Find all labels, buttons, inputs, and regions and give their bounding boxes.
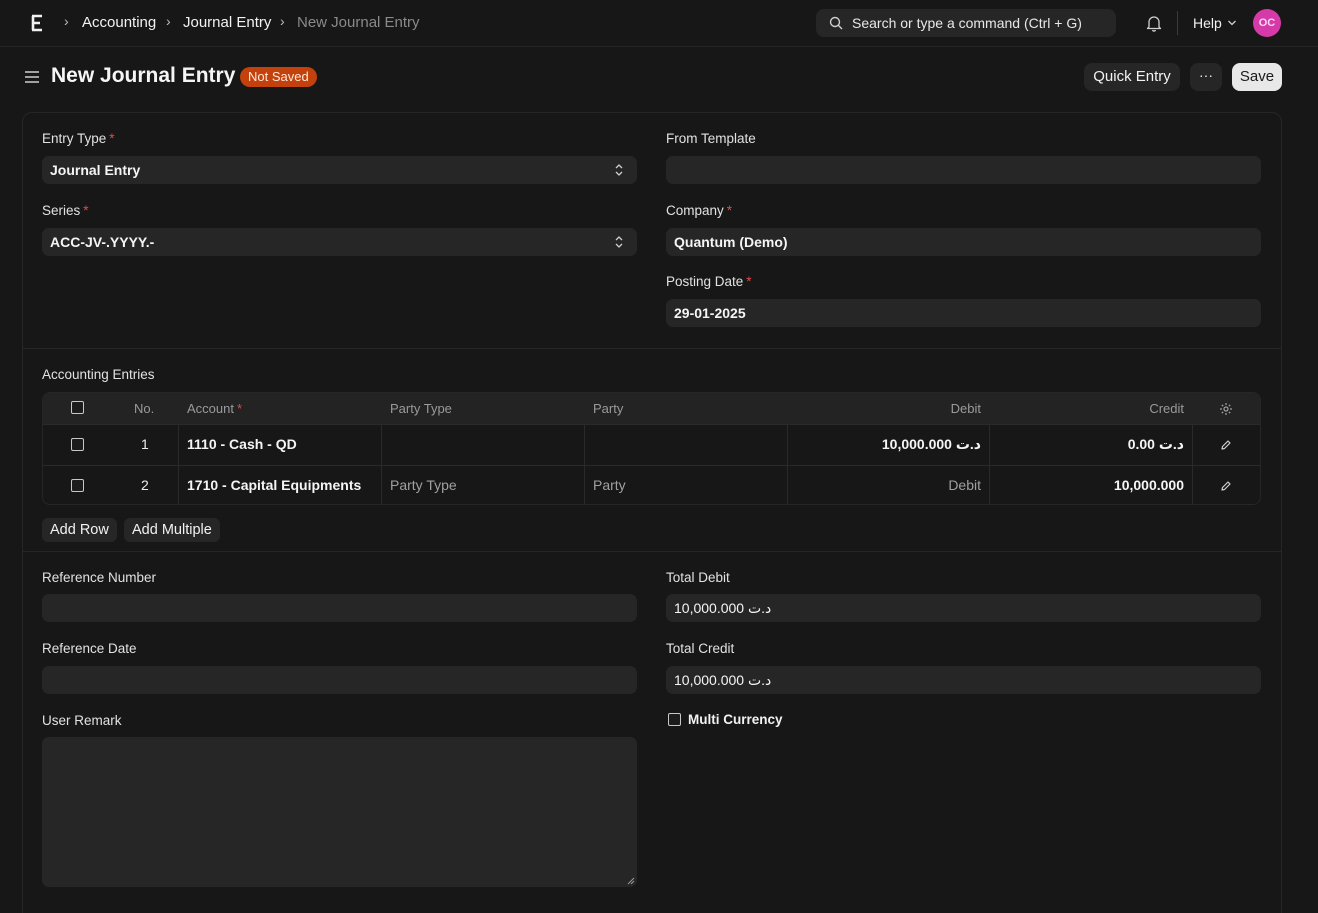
total-debit-label: Total Debit (666, 570, 730, 585)
user-remark-textarea[interactable] (42, 737, 637, 887)
row-party-type[interactable]: Party Type (390, 477, 457, 493)
posting-date-label: Posting Date * (666, 274, 752, 289)
more-actions-button[interactable]: ··· (1190, 63, 1222, 91)
row-no: 2 (141, 477, 149, 493)
row-checkbox[interactable] (71, 438, 84, 451)
search-icon (829, 16, 843, 30)
total-credit-field: 10,000.000 د.ت (666, 666, 1261, 694)
edit-pencil-icon[interactable] (1220, 480, 1232, 492)
settings-gear-icon[interactable] (1219, 402, 1233, 416)
from-template-input[interactable] (666, 156, 1261, 184)
cell-divider (584, 425, 585, 465)
row-credit[interactable]: د.ت 0.00 (1128, 436, 1184, 453)
posting-date-value: 29-01-2025 (674, 305, 746, 321)
reference-date-label: Reference Date (42, 641, 137, 656)
entry-type-value: Journal Entry (50, 162, 141, 178)
cell-divider (1192, 425, 1193, 465)
search-placeholder: Search or type a command (Ctrl + G) (852, 15, 1082, 31)
breadcrumb-journal-entry[interactable]: Journal Entry (183, 14, 271, 31)
entry-type-label: Entry Type * (42, 131, 115, 146)
table-header: No. Account * Party Type Party Debit Cred… (43, 393, 1260, 425)
quick-entry-button[interactable]: Quick Entry (1084, 63, 1180, 91)
series-value: ACC-JV-.YYYY.- (50, 234, 155, 250)
reference-date-input[interactable] (42, 666, 637, 694)
edit-pencil-icon[interactable] (1220, 439, 1232, 451)
cell-divider (381, 425, 382, 465)
select-all-checkbox[interactable] (71, 401, 84, 414)
resize-handle-icon[interactable] (627, 877, 635, 885)
column-no: No. (134, 401, 155, 416)
total-debit-field: 10,000.000 د.ت (666, 594, 1261, 622)
cell-divider (989, 425, 990, 465)
chevron-right-icon: › (280, 13, 285, 29)
row-no: 1 (141, 436, 149, 452)
row-account[interactable]: 1110 - Cash - QD (187, 436, 297, 452)
navbar-divider (1177, 11, 1178, 35)
add-multiple-button[interactable]: Add Multiple (124, 518, 220, 542)
section-divider (22, 551, 1282, 552)
total-credit-value: 10,000.000 د.ت (674, 672, 772, 688)
chevron-down-icon[interactable] (1227, 19, 1237, 27)
chevron-right-icon: › (166, 13, 171, 29)
select-arrows-icon (615, 164, 623, 176)
row-account[interactable]: 1710 - Capital Equipments (187, 477, 361, 493)
posting-date-input[interactable]: 29-01-2025 (666, 299, 1261, 327)
help-menu[interactable]: Help (1193, 15, 1222, 31)
breadcrumb-current: New Journal Entry (297, 14, 420, 31)
accounting-entries-table: No. Account * Party Type Party Debit Cred… (42, 392, 1261, 505)
add-row-button[interactable]: Add Row (42, 518, 117, 542)
avatar[interactable]: OC (1253, 9, 1281, 37)
column-account: Account * (187, 401, 243, 416)
entry-type-select[interactable]: Journal Entry (42, 156, 637, 184)
multi-currency-label: Multi Currency (688, 712, 783, 727)
sidebar-toggle-icon[interactable] (25, 70, 39, 84)
top-navbar: › Accounting › Journal Entry › New Journ… (0, 0, 1318, 47)
row-credit[interactable]: 10,000.000 (1114, 477, 1184, 493)
notification-bell-icon[interactable] (1146, 14, 1162, 32)
column-party-type: Party Type (390, 401, 452, 416)
cell-divider (584, 466, 585, 504)
company-value: Quantum (Demo) (674, 234, 788, 250)
search-bar[interactable]: Search or type a command (Ctrl + G) (816, 9, 1116, 37)
cell-divider (178, 425, 179, 465)
chevron-right-icon: › (64, 13, 69, 29)
reference-number-label: Reference Number (42, 570, 157, 585)
app-logo-icon[interactable] (30, 14, 44, 32)
cell-divider (178, 466, 179, 504)
cell-divider (989, 466, 990, 504)
cell-divider (1192, 466, 1193, 504)
breadcrumb-accounting[interactable]: Accounting (82, 14, 156, 31)
from-template-label: From Template (666, 131, 756, 146)
company-label: Company * (666, 203, 733, 218)
reference-number-input[interactable] (42, 594, 637, 622)
multi-currency-checkbox[interactable] (668, 713, 681, 726)
section-divider (22, 348, 1282, 349)
column-party: Party (593, 401, 624, 416)
row-party[interactable]: Party (593, 477, 626, 493)
page-title: New Journal Entry (51, 64, 236, 87)
column-credit: Credit (1149, 401, 1184, 416)
row-debit[interactable]: Debit (948, 477, 981, 493)
table-row[interactable]: 2 1710 - Capital Equipments Party Type P… (43, 465, 1260, 504)
series-label: Series * (42, 203, 89, 218)
total-debit-value: 10,000.000 د.ت (674, 600, 772, 616)
company-input[interactable]: Quantum (Demo) (666, 228, 1261, 256)
cell-divider (381, 466, 382, 504)
status-badge: Not Saved (240, 67, 317, 87)
total-credit-label: Total Credit (666, 641, 735, 656)
save-button[interactable]: Save (1232, 63, 1282, 91)
accounting-entries-label: Accounting Entries (42, 367, 155, 382)
series-select[interactable]: ACC-JV-.YYYY.- (42, 228, 637, 256)
table-row[interactable]: 1 1110 - Cash - QD د.ت 10,000.000 د.ت 0.… (43, 424, 1260, 465)
column-debit: Debit (950, 401, 981, 416)
cell-divider (787, 466, 788, 504)
row-debit[interactable]: د.ت 10,000.000 (882, 436, 981, 453)
user-remark-label: User Remark (42, 713, 122, 728)
row-checkbox[interactable] (71, 479, 84, 492)
select-arrows-icon (615, 236, 623, 248)
cell-divider (787, 425, 788, 465)
